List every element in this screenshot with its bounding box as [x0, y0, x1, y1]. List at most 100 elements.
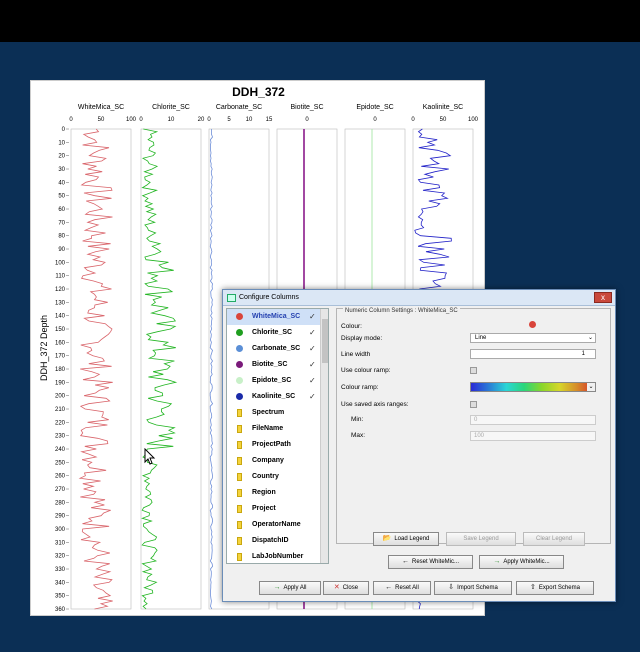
import-icon: ⇩ — [448, 584, 455, 591]
reset-whitemica-label: Reset WhiteMic... — [411, 559, 459, 565]
column-tick-label: 100 — [468, 117, 479, 123]
list-item[interactable]: ProjectPath — [227, 437, 321, 453]
checkmark-icon[interactable]: ✓ — [309, 312, 316, 321]
list-item-label: Spectrum — [252, 409, 285, 416]
load-legend-button[interactable]: 📂 Load Legend — [373, 532, 439, 546]
list-item[interactable]: LabJobNumber — [227, 549, 321, 563]
column-tick-label: 100 — [126, 117, 137, 123]
save-legend-button[interactable]: Save Legend — [446, 532, 516, 546]
configure-columns-dialog: Configure Columns x POContactPONumberLab… — [222, 289, 616, 602]
list-item[interactable]: Kaolinite_SC ✓ — [227, 389, 321, 405]
import-schema-button[interactable]: ⇩ Import Schema — [434, 581, 512, 595]
color-dot-icon — [236, 329, 243, 336]
min-input[interactable]: 0 — [470, 415, 596, 425]
list-item[interactable]: Company — [227, 453, 321, 469]
chevron-down-icon: ⌄ — [587, 335, 593, 341]
load-legend-label: Load Legend — [394, 536, 430, 542]
depth-tick-label: 150 — [55, 327, 66, 333]
use-colour-ramp-checkbox[interactable] — [470, 367, 477, 374]
clear-legend-label: Clear Legend — [535, 536, 573, 542]
scrollbar-thumb[interactable] — [322, 319, 328, 363]
list-item[interactable]: Spectrum — [227, 405, 321, 421]
depth-tick-label: 270 — [55, 487, 66, 493]
depth-tick-label: 230 — [55, 434, 66, 440]
folder-icon — [237, 553, 242, 561]
display-mode-label: Display mode: — [341, 335, 383, 342]
close-window-button[interactable]: x — [594, 292, 612, 303]
use-saved-axis-checkbox[interactable] — [470, 401, 477, 408]
line-width-spinner[interactable]: 1 — [470, 349, 596, 359]
checkmark-icon[interactable]: ✓ — [309, 344, 316, 353]
list-item[interactable]: Biotite_SC ✓ — [227, 357, 321, 373]
folder-open-icon: 📂 — [382, 535, 392, 542]
clear-legend-button[interactable]: Clear Legend — [523, 532, 585, 546]
list-item[interactable]: FileName — [227, 421, 321, 437]
depth-tick-label: 170 — [55, 354, 66, 360]
dialog-titlebar[interactable]: Configure Columns x — [223, 290, 615, 306]
list-item[interactable]: Epidote_SC ✓ — [227, 373, 321, 389]
depth-tick-label: 160 — [55, 340, 66, 346]
colour-swatch[interactable] — [529, 321, 536, 328]
display-mode-value: Line — [475, 335, 487, 341]
line-width-label: Line width — [341, 351, 371, 358]
apply-all-button[interactable]: → Apply All — [259, 581, 321, 595]
close-label: Close — [342, 585, 359, 591]
column-title: Chlorite_SC — [152, 104, 190, 111]
folder-icon — [237, 457, 242, 465]
dialog-title: Configure Columns — [239, 294, 299, 301]
color-dot-icon — [236, 393, 243, 400]
depth-tick-label: 50 — [58, 194, 65, 200]
list-item[interactable]: Region — [227, 485, 321, 501]
folder-icon — [237, 409, 242, 417]
reset-whitemica-button[interactable]: ← Reset WhiteMic... — [388, 555, 473, 569]
arrow-left-icon: ← — [385, 584, 393, 591]
list-scrollbar[interactable] — [320, 309, 328, 563]
list-item-label: Kaolinite_SC — [252, 393, 296, 400]
depth-tick-label: 110 — [55, 274, 65, 280]
list-item-label: LabJobNumber — [252, 553, 304, 560]
depth-tick-label: 340 — [55, 580, 66, 586]
list-item-label: Region — [252, 489, 276, 496]
depth-tick-label: 130 — [55, 300, 66, 306]
folder-icon — [237, 505, 242, 513]
max-input[interactable]: 100 — [470, 431, 596, 441]
list-item[interactable]: Project — [227, 501, 321, 517]
depth-tick-label: 330 — [55, 567, 66, 573]
depth-tick-label: 290 — [55, 514, 66, 520]
colour-ramp-select[interactable]: ⌄ — [470, 382, 596, 392]
list-item[interactable]: Carbonate_SC ✓ — [227, 341, 321, 357]
depth-tick-label: 250 — [55, 460, 66, 466]
depth-tick-label: 90 — [58, 247, 65, 253]
reset-all-button[interactable]: ← Reset All — [373, 581, 431, 595]
depth-tick-label: 80 — [58, 234, 65, 240]
list-item[interactable]: DispatchID — [227, 533, 321, 549]
checkmark-icon[interactable]: ✓ — [309, 360, 316, 369]
list-item-label: Project — [252, 505, 276, 512]
checkmark-icon[interactable]: ✓ — [309, 392, 316, 401]
apply-whitemica-button[interactable]: → Apply WhiteMic... — [479, 555, 564, 569]
list-item-label: FileName — [252, 425, 284, 432]
list-item[interactable]: WhiteMica_SC ✓ — [227, 309, 321, 325]
column-settings-panel: Numeric Column Settings : WhiteMica_SC C… — [336, 308, 611, 544]
depth-tick-label: 360 — [55, 607, 66, 613]
depth-tick-label: 120 — [55, 287, 66, 293]
list-item[interactable]: OperatorName — [227, 517, 321, 533]
column-tick-label: 10 — [168, 117, 175, 123]
list-item-label: ProjectPath — [252, 441, 291, 448]
column-title: WhiteMica_SC — [78, 104, 124, 111]
depth-tick-label: 60 — [58, 207, 65, 213]
column-trace — [209, 128, 214, 610]
display-mode-select[interactable]: Line ⌄ — [470, 333, 596, 343]
depth-tick-label: 30 — [58, 167, 65, 173]
list-item[interactable]: Chlorite_SC ✓ — [227, 325, 321, 341]
list-item[interactable]: Country — [227, 469, 321, 485]
column-trace — [78, 128, 113, 610]
column-tick-label: 0 — [207, 117, 211, 123]
checkmark-icon[interactable]: ✓ — [309, 328, 316, 337]
export-schema-button[interactable]: ⇧ Export Schema — [516, 581, 594, 595]
list-item-label: Biotite_SC — [252, 361, 288, 368]
close-button[interactable]: ✕ Close — [323, 581, 369, 595]
checkmark-icon[interactable]: ✓ — [309, 376, 316, 385]
column-tick-label: 20 — [198, 117, 205, 123]
folder-icon — [237, 521, 242, 529]
